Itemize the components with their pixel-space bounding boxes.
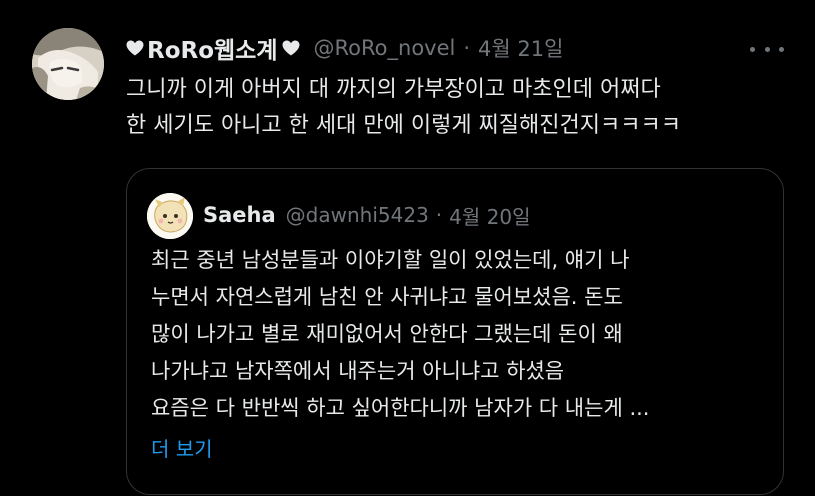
quoted-text-line: 누면서 자연스럽게 남친 안 사귀냐고 물어보셨음. 돈도 bbox=[151, 285, 623, 309]
author-avatar[interactable] bbox=[32, 28, 104, 100]
quoted-text-line: 최근 중년 남성분들과 이야기할 일이 있었는데, 얘기 나 bbox=[151, 248, 630, 272]
tweet-header: RoRo웹소계 @RoRo_novel · 4월 21일 bbox=[126, 30, 563, 66]
separator-dot: · bbox=[435, 203, 443, 227]
quoted-tweet-date[interactable]: 4월 20일 bbox=[449, 201, 530, 230]
black-heart-icon bbox=[126, 40, 144, 56]
tweet-text-line: 그니까 이게 아버지 대 까지의 가부장이고 마초인데 어쩌다 bbox=[126, 77, 661, 102]
quoted-text-line: 많이 나가고 별로 재미없어서 안한다 그랬는데 돈이 왜 bbox=[151, 322, 623, 346]
author-handle[interactable]: @RoRo_novel bbox=[314, 36, 456, 60]
tweet[interactable]: RoRo웹소계 @RoRo_novel · 4월 21일 그니까 이게 아버지 … bbox=[0, 0, 815, 496]
tweet-text-line: 한 세기도 아니고 한 세대 만에 이렇게 찌질해진건지ㅋㅋㅋㅋ bbox=[126, 113, 681, 138]
quoted-author-display-name[interactable]: Saeha bbox=[203, 203, 276, 227]
black-heart-icon bbox=[282, 40, 300, 56]
quoted-author-avatar[interactable] bbox=[147, 193, 193, 239]
quoted-tweet[interactable]: Saeha @dawnhi5423 · 4월 20일 최근 중년 남성분들과 이… bbox=[126, 168, 784, 495]
show-more-link[interactable]: 더 보기 bbox=[151, 433, 213, 462]
separator-dot: · bbox=[463, 36, 471, 60]
quoted-text-line: 요즘은 다 반반씩 하고 싶어한다니까 남자가 다 내는게 ... bbox=[151, 396, 650, 420]
more-options-icon[interactable] bbox=[750, 42, 784, 56]
tweet-text: 그니까 이게 아버지 대 까지의 가부장이고 마초인데 어쩌다 한 세기도 아니… bbox=[126, 72, 796, 144]
quoted-tweet-header: Saeha @dawnhi5423 · 4월 20일 bbox=[203, 197, 531, 233]
author-display-name[interactable]: RoRo웹소계 bbox=[147, 31, 278, 65]
quoted-tweet-text: 최근 중년 남성분들과 이야기할 일이 있었는데, 얘기 나 누면서 자연스럽게… bbox=[151, 242, 771, 427]
quoted-text-line: 나가냐고 남자쪽에서 내주는거 아니냐고 하셨음 bbox=[151, 359, 565, 383]
quoted-author-handle[interactable]: @dawnhi5423 bbox=[286, 203, 429, 227]
tweet-date[interactable]: 4월 21일 bbox=[478, 33, 563, 63]
